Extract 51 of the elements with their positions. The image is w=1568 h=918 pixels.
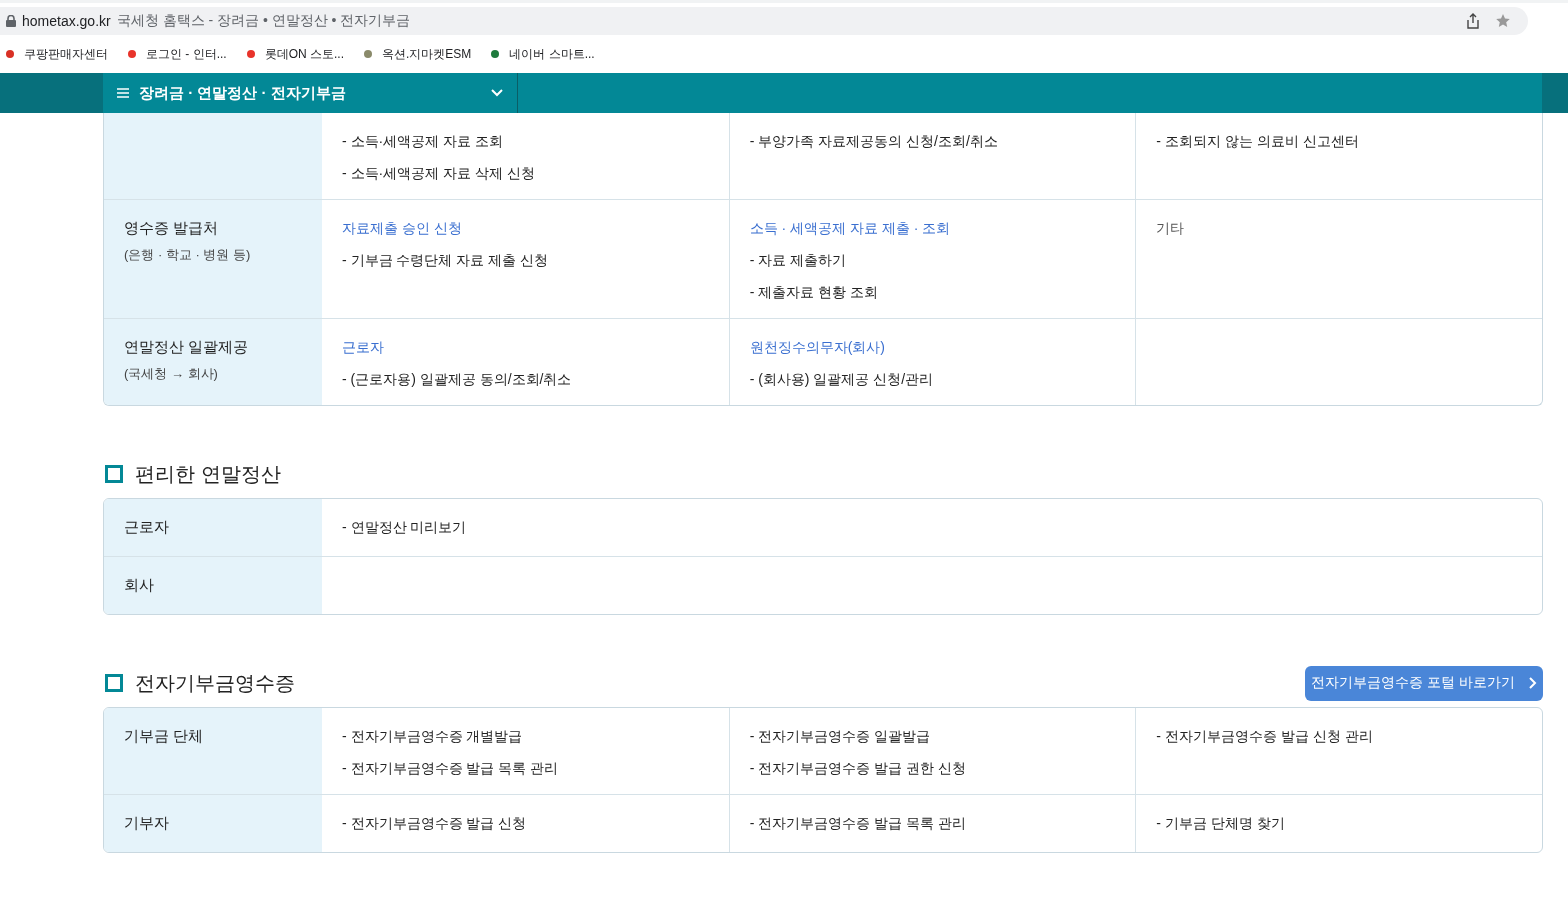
bookmark[interactable]: 옥션.지마켓ESM xyxy=(364,45,472,63)
bookmark[interactable]: 로그인 - 인터... xyxy=(128,45,227,63)
row-label: 기부금 단체 xyxy=(124,727,205,746)
url-domain: hometax.go.kr xyxy=(22,13,111,29)
menu-link[interactable]: - 조회되지 않는 의료비 신고센터 xyxy=(1156,133,1522,151)
menu-link[interactable]: - 전자기부금영수증 발급 권한 신청 xyxy=(749,760,1116,778)
section-title: 전자기부금영수증 xyxy=(135,670,296,696)
row-label: 회사 xyxy=(124,576,155,595)
menu-icon[interactable] xyxy=(117,88,129,98)
bookmark[interactable]: 네이버 스마트... xyxy=(491,45,595,63)
row-sublabel: (국세청 → 회사) xyxy=(124,365,219,383)
menu-link[interactable]: - 전자기부금영수증 발급 신청 관리 xyxy=(1156,728,1522,746)
menu-link[interactable]: - 연말정산 미리보기 xyxy=(342,519,1522,537)
bookmark[interactable]: 쿠팡판매자센터 xyxy=(6,45,108,63)
menu-link[interactable]: - 전자기부금영수증 개별발급 xyxy=(342,728,709,746)
menu-link[interactable]: - 전자기부금영수증 일괄발급 xyxy=(749,728,1116,746)
menu-link[interactable]: - 전자기부금영수증 발급 신청 xyxy=(342,815,709,833)
chevron-right-icon xyxy=(1528,677,1537,689)
row-sublabel: (은행 · 학교 · 병원 등) xyxy=(124,246,252,264)
row-label: 근로자 xyxy=(124,518,170,537)
menu-link[interactable]: - (근로자용) 일괄제공 동의/조회/취소 xyxy=(342,371,709,389)
page-title: 국세청 홈택스 - 장려금 • 연말정산 • 전자기부금 xyxy=(116,12,411,30)
menu-link[interactable]: - 기부금 단체명 찾기 xyxy=(1156,815,1522,833)
portal-button[interactable]: 전자기부금영수증 포털 바로가기 xyxy=(1305,665,1543,701)
category-link[interactable]: 소득 · 세액공제 자료 제출 · 조회 xyxy=(749,220,1116,238)
row-label: 기부자 xyxy=(124,814,170,833)
address-bar[interactable]: hometax.go.kr 국세청 홈택스 - 장려금 • 연말정산 • 전자기부금 xyxy=(0,7,1528,35)
menu-link[interactable]: - 기부금 수령단체 자료 제출 신청 xyxy=(342,252,709,270)
nav-bar-edge xyxy=(1542,73,1568,113)
lock-icon xyxy=(6,15,16,27)
menu-link[interactable]: - 부양가족 자료제공동의 신청/조회/취소 xyxy=(749,133,1116,151)
share-icon[interactable] xyxy=(1466,13,1480,29)
section-square-icon xyxy=(105,674,123,692)
nav-title[interactable]: 장려금 · 연말정산 · 전자기부금 xyxy=(139,83,481,103)
category-label: 기타 xyxy=(1156,220,1186,238)
menu-link[interactable]: - 소득·세액공제 자료 삭제 신청 xyxy=(342,165,709,183)
row-label: 영수증 발급처 xyxy=(124,219,220,238)
category-link[interactable]: 자료제출 승인 신청 xyxy=(342,220,709,238)
category-link[interactable]: 원천징수의무자(회사) xyxy=(749,339,1116,357)
menu-link[interactable]: - 전자기부금영수증 발급 목록 관리 xyxy=(749,815,1116,833)
menu-link[interactable]: - (회사용) 일괄제공 신청/관리 xyxy=(749,371,1116,389)
chevron-down-icon[interactable] xyxy=(491,89,503,97)
row-label: 연말정산 일괄제공 xyxy=(124,338,250,357)
section-square-icon xyxy=(105,465,123,483)
menu-link[interactable]: - 자료 제출하기 xyxy=(749,252,1116,270)
category-link[interactable]: 근로자 xyxy=(342,339,709,357)
menu-link[interactable]: - 소득·세액공제 자료 조회 xyxy=(342,133,709,151)
section-title: 편리한 연말정산 xyxy=(135,461,282,487)
bookmark[interactable]: 롯데ON 스토... xyxy=(246,45,344,63)
menu-link[interactable]: - 전자기부금영수증 발급 목록 관리 xyxy=(342,760,709,778)
menu-link[interactable]: - 제출자료 현황 조회 xyxy=(749,284,1116,302)
